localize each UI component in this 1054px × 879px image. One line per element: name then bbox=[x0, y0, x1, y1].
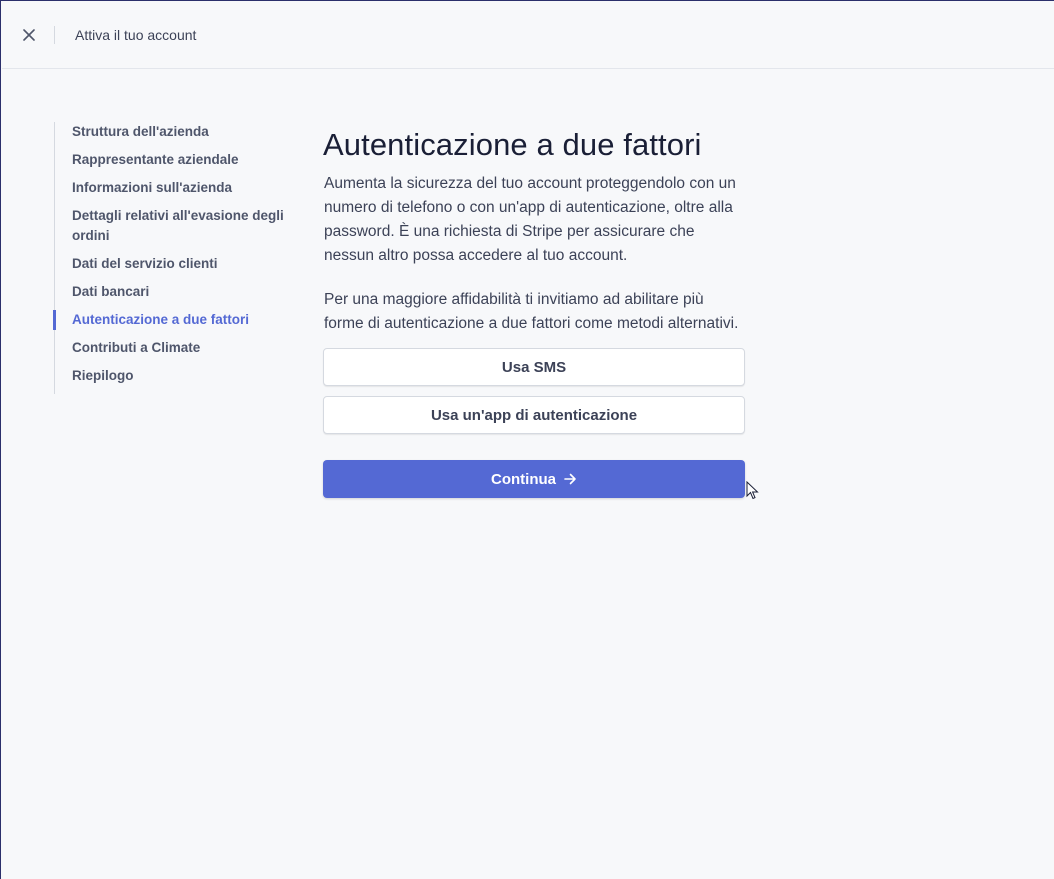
note-text: Per una maggiore affidabilità ti invitia… bbox=[324, 291, 739, 332]
sidebar-item-business-representative[interactable]: Rappresentante aziendale bbox=[55, 150, 294, 170]
continue-label: Continua bbox=[491, 470, 556, 488]
topbar-divider bbox=[54, 26, 55, 44]
section-heading: Autenticazione a due fattori bbox=[323, 127, 702, 162]
sidebar-item-business-info[interactable]: Informazioni sull'azienda bbox=[55, 178, 294, 198]
arrow-right-icon bbox=[564, 473, 577, 485]
sidebar-item-climate[interactable]: Contributi a Climate bbox=[55, 338, 294, 358]
sidebar-item-business-structure[interactable]: Struttura dell'azienda bbox=[55, 122, 294, 142]
sidebar-item-customer-service[interactable]: Dati del servizio clienti bbox=[55, 254, 294, 274]
sidebar-nav: Struttura dell'azienda Rappresentante az… bbox=[53, 122, 294, 394]
close-button[interactable] bbox=[14, 20, 44, 50]
description-text: Aumenta la sicurezza del tuo account pro… bbox=[324, 175, 736, 264]
continue-button[interactable]: Continua bbox=[323, 460, 745, 498]
sidebar-item-fulfillment-details[interactable]: Dettagli relativi all'evasione degli ord… bbox=[55, 206, 294, 246]
window-frame: Attiva il tuo account Struttura dell'azi… bbox=[0, 0, 1054, 879]
close-icon bbox=[23, 29, 35, 41]
page-title: Attiva il tuo account bbox=[75, 27, 197, 43]
top-bar: Attiva il tuo account bbox=[2, 2, 1054, 69]
use-authenticator-app-button[interactable]: Usa un'app di autenticazione bbox=[323, 396, 745, 434]
sidebar-item-bank-details[interactable]: Dati bancari bbox=[55, 282, 294, 302]
main-content: Autenticazione a due fattori Aumenta la … bbox=[323, 123, 745, 498]
sidebar-item-summary[interactable]: Riepilogo bbox=[55, 366, 294, 386]
mouse-cursor-icon bbox=[746, 481, 759, 500]
sidebar-item-two-factor[interactable]: Autenticazione a due fattori bbox=[53, 310, 294, 330]
use-sms-button[interactable]: Usa SMS bbox=[323, 348, 745, 386]
